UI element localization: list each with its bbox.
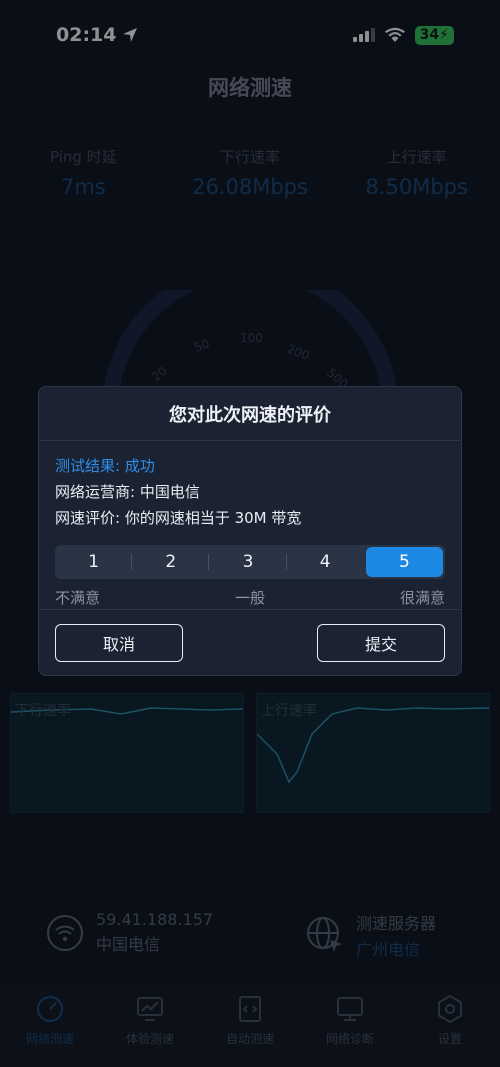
rating-option-4[interactable]: 4	[287, 545, 364, 579]
rating-option-5[interactable]: 5	[365, 547, 444, 577]
rating-option-1[interactable]: 1	[55, 545, 133, 579]
cancel-button[interactable]: 取消	[55, 623, 183, 662]
rating-dialog: 您对此次网速的评价 测试结果: 成功 网络运营商: 中国电信 网速评价: 你的网…	[38, 386, 462, 676]
test-result: 测试结果: 成功	[55, 457, 155, 475]
dialog-title: 您对此次网速的评价	[39, 387, 461, 441]
speed-evaluation: 网速评价: 你的网速相当于 30M 带宽	[55, 509, 302, 527]
submit-button[interactable]: 提交	[317, 623, 445, 662]
dialog-footer: 取消 提交	[39, 609, 461, 675]
dialog-body: 测试结果: 成功 网络运营商: 中国电信 网速评价: 你的网速相当于 30M 带…	[39, 441, 461, 608]
scale-high-label: 很满意	[399, 589, 445, 607]
rating-scale: 不满意 一般 很满意	[55, 587, 445, 608]
rating-option-2[interactable]: 2	[132, 545, 210, 579]
scale-mid-label: 一般	[234, 589, 265, 607]
rating-selector: 1 2 3 4 5	[55, 545, 445, 579]
rating-option-3[interactable]: 3	[209, 545, 287, 579]
operator-info: 网络运营商: 中国电信	[55, 483, 200, 501]
scale-low-label: 不满意	[55, 589, 101, 607]
